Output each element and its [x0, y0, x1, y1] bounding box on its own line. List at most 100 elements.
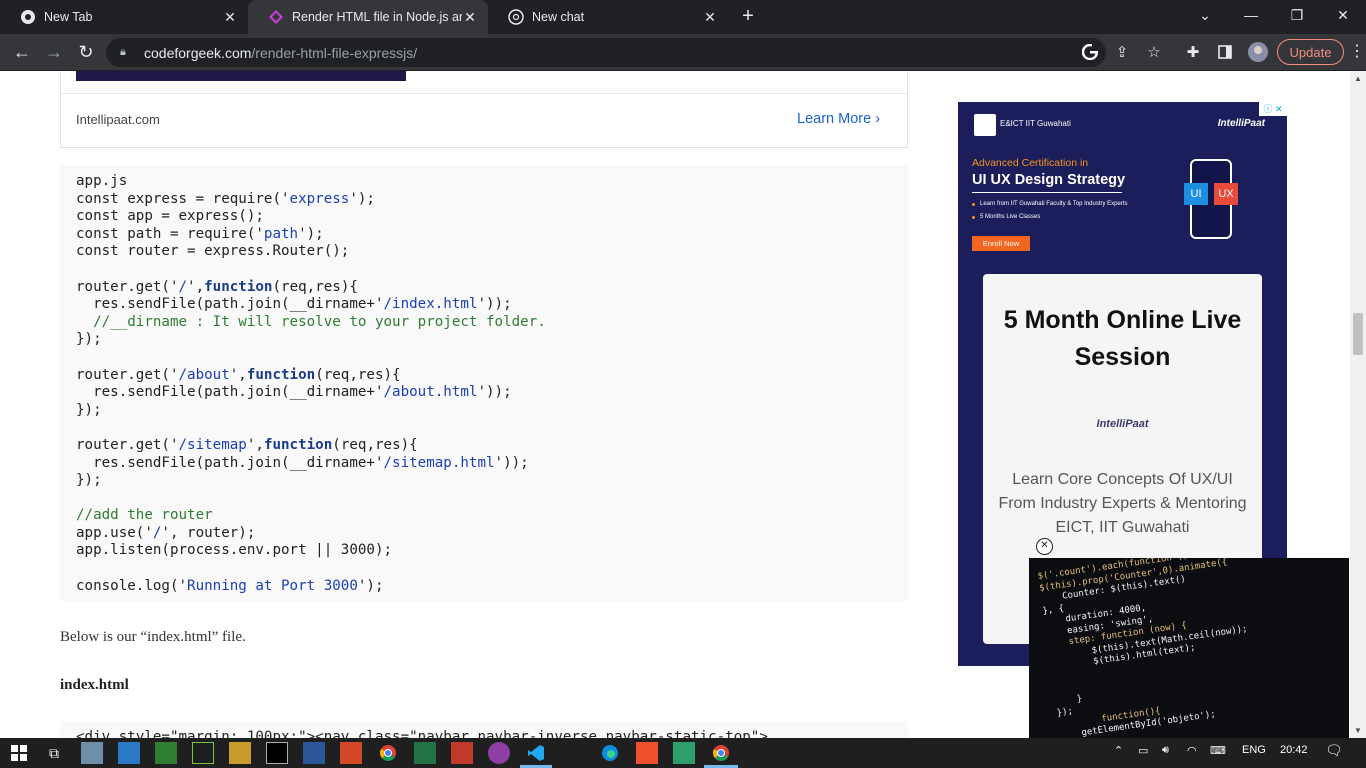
code-line: });	[76, 401, 102, 418]
vscode-icon[interactable]	[525, 742, 547, 764]
terminal-icon[interactable]	[266, 742, 288, 764]
word-icon[interactable]	[303, 742, 325, 764]
code-line: console.log('Running at Port 3000');	[76, 577, 384, 594]
code-content: app.js const express = require('express'…	[76, 173, 546, 595]
extensions-icon[interactable]: ✚	[1181, 40, 1205, 64]
video-overlay[interactable]: $('.count').each(function () { $(this).p…	[1029, 558, 1349, 738]
divider	[61, 93, 907, 94]
app-icon[interactable]	[229, 742, 251, 764]
video-code-line: });	[1056, 706, 1074, 719]
language-indicator[interactable]: ENG	[1242, 744, 1266, 756]
maximize-button[interactable]: ❐	[1274, 0, 1320, 30]
video-code: $('.count').each(function () { $(this).p…	[1037, 558, 1260, 738]
task-view-icon[interactable]: ⧉	[43, 742, 65, 764]
scroll-up-icon[interactable]: ▲	[1352, 74, 1364, 83]
powerpoint-icon[interactable]	[340, 742, 362, 764]
taskbar: ⧉ ⌃ ▭ 🔊︎ ◠ ⌨ ENG 20:42 🗨︎	[0, 738, 1366, 768]
menu-icon[interactable]: ⋮	[1349, 40, 1365, 64]
code-line: //add the router	[76, 507, 213, 524]
app-icon[interactable]	[451, 742, 473, 764]
bullet-dot	[972, 203, 975, 206]
close-tab-icon[interactable]: ✕	[462, 9, 478, 26]
volume-icon[interactable]: 🔊︎	[1162, 744, 1169, 757]
code-block-index: <div style="margin: 100px;"><nav class="…	[60, 721, 908, 738]
adchoices-icon[interactable]: ⓘ ✕	[1259, 102, 1287, 116]
back-icon[interactable]: ←	[8, 38, 36, 66]
ad-banner[interactable]: Intellipaat.com Learn More ›	[60, 71, 908, 148]
share-icon[interactable]: ⇪	[1110, 40, 1134, 64]
close-window-button[interactable]: ✕	[1320, 0, 1366, 30]
enroll-now-button[interactable]: Enroll Now	[972, 236, 1030, 251]
site-favicon-icon	[268, 9, 284, 25]
code-line: app.js	[76, 173, 128, 189]
tab-search-icon[interactable]: ⌄	[1182, 0, 1228, 30]
clock[interactable]: 20:42	[1280, 744, 1308, 756]
tab-new-tab[interactable]: New Tab ✕	[0, 0, 248, 34]
battery-icon[interactable]: ▭	[1138, 744, 1148, 757]
code-line: router.get('/about',function(req,res){	[76, 366, 401, 383]
ui-badge: UI	[1184, 183, 1208, 205]
new-tab-button[interactable]: +	[737, 5, 759, 27]
keyboard-icon[interactable]: ⌨	[1210, 744, 1226, 757]
video-code-line	[1051, 674, 1052, 684]
tab-new-chat[interactable]: New chat ✕	[488, 0, 728, 34]
notifications-icon[interactable]: 🗨︎	[1325, 742, 1343, 759]
excel-icon[interactable]	[414, 742, 436, 764]
iit-logo	[974, 114, 996, 136]
ad-card-brand: IntelliPaat	[1096, 418, 1149, 430]
tab-render-html[interactable]: Render HTML file in Node.js and ✕	[248, 0, 488, 34]
code-line: const path = require('path');	[76, 225, 324, 242]
scrollbar-thumb[interactable]	[1353, 313, 1363, 355]
section-heading: index.html	[60, 677, 129, 693]
chrome-icon[interactable]	[377, 742, 399, 764]
bookmark-star-icon[interactable]: ☆	[1142, 40, 1166, 64]
scrollbar[interactable]	[1350, 71, 1366, 738]
code-line: res.sendFile(path.join(__dirname+'/about…	[76, 384, 512, 401]
app-icon[interactable]	[488, 742, 510, 764]
wifi-icon[interactable]: ◠	[1187, 744, 1197, 757]
code-line: res.sendFile(path.join(__dirname+'/index…	[76, 296, 512, 313]
code-block: app.js const express = require('express'…	[60, 165, 908, 601]
video-code-line: }	[1054, 693, 1083, 708]
close-tab-icon[interactable]: ✕	[702, 9, 718, 26]
profile-avatar[interactable]	[1246, 40, 1270, 64]
code-line: app.listen(process.env.port || 3000);	[76, 542, 393, 559]
close-ad-icon[interactable]: ✕	[1036, 538, 1053, 555]
windows-start-icon[interactable]	[8, 742, 30, 764]
ux-badge: UX	[1214, 183, 1238, 205]
app-icon[interactable]	[118, 742, 140, 764]
chevron-up-icon[interactable]: ⌃	[1114, 744, 1123, 757]
bullet-dot	[972, 216, 975, 219]
update-button[interactable]: Update	[1277, 39, 1344, 65]
code-line: const router = express.Router();	[76, 243, 350, 260]
chevron-right-icon: ›	[875, 111, 881, 127]
tab-strip: New Tab ✕ Render HTML file in Node.js an…	[0, 0, 1366, 34]
reload-icon[interactable]: ↻	[72, 38, 100, 66]
tab-title: New chat	[532, 10, 585, 24]
learn-more-label: Learn More	[797, 111, 872, 127]
ad-course-title: UI UX Design Strategy	[972, 172, 1126, 188]
address-bar[interactable]: 🔒︎ codeforgeek.com/render-html-file-expr…	[106, 38, 1106, 67]
app-icon[interactable]	[155, 742, 177, 764]
ad-subtitle: Advanced Certification in	[972, 157, 1089, 169]
divider	[972, 192, 1122, 193]
file-explorer-icon[interactable]	[81, 742, 103, 764]
dreamweaver-icon[interactable]	[192, 742, 214, 764]
edge-icon[interactable]	[599, 742, 621, 764]
learn-more-link[interactable]: Learn More ›	[797, 111, 880, 127]
chrome-icon[interactable]	[710, 742, 732, 764]
code-line: });	[76, 331, 102, 348]
tab-title: New Tab	[44, 10, 93, 24]
forward-icon[interactable]: →	[40, 38, 68, 66]
ad-card-title: 5 Month Online Live Session	[1003, 306, 1242, 371]
ad-org: E&ICT IIT Guwahati	[1000, 119, 1071, 128]
minimize-button[interactable]: —	[1228, 0, 1274, 30]
google-icon[interactable]	[1078, 40, 1102, 64]
chrome-icon	[20, 9, 36, 25]
side-panel-icon[interactable]	[1213, 40, 1237, 64]
app-icon[interactable]	[673, 742, 695, 764]
git-icon[interactable]	[636, 742, 658, 764]
code-line: });	[76, 472, 102, 489]
close-tab-icon[interactable]: ✕	[222, 9, 238, 26]
scroll-down-icon[interactable]: ▼	[1352, 726, 1364, 735]
